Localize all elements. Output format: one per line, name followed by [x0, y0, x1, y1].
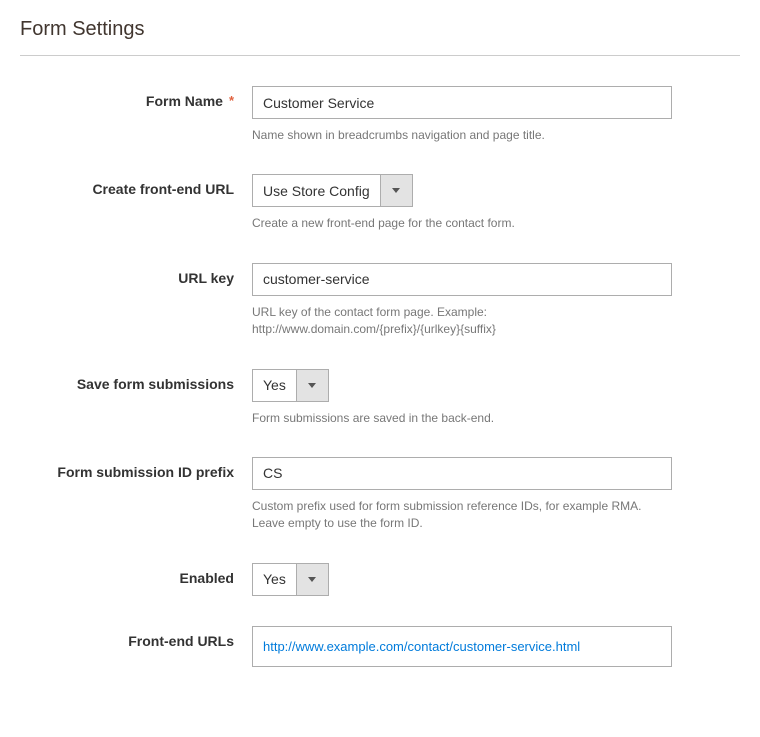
create-url-value: Use Store Config	[253, 175, 380, 206]
field-url-key: URL key URL key of the contact form page…	[20, 263, 740, 339]
save-submissions-label: Save form submissions	[20, 369, 252, 392]
frontend-url-link[interactable]: http://www.example.com/contact/customer-…	[263, 639, 580, 654]
save-submissions-value: Yes	[253, 370, 296, 401]
field-frontend-urls: Front-end URLs http://www.example.com/co…	[20, 626, 740, 667]
frontend-urls-label: Front-end URLs	[20, 626, 252, 649]
field-id-prefix: Form submission ID prefix Custom prefix …	[20, 457, 740, 533]
save-submissions-select[interactable]: Yes	[252, 369, 329, 402]
field-save-submissions: Save form submissions Yes Form submissio…	[20, 369, 740, 427]
dropdown-toggle[interactable]	[380, 175, 412, 206]
id-prefix-label: Form submission ID prefix	[20, 457, 252, 480]
required-star-icon: *	[229, 93, 234, 108]
field-form-name: Form Name * Name shown in breadcrumbs nav…	[20, 86, 740, 144]
form-name-input[interactable]	[252, 86, 672, 119]
url-key-input[interactable]	[252, 263, 672, 296]
chevron-down-icon	[308, 383, 316, 388]
section-title: Form Settings	[20, 18, 740, 56]
dropdown-toggle[interactable]	[296, 564, 328, 595]
id-prefix-input[interactable]	[252, 457, 672, 490]
url-key-hint: URL key of the contact form page. Exampl…	[252, 304, 672, 339]
form-name-label: Form Name *	[20, 86, 252, 109]
enabled-select[interactable]: Yes	[252, 563, 329, 596]
frontend-urls-box: http://www.example.com/contact/customer-…	[252, 626, 672, 667]
chevron-down-icon	[392, 188, 400, 193]
save-submissions-hint: Form submissions are saved in the back-e…	[252, 410, 672, 427]
form-name-hint: Name shown in breadcrumbs navigation and…	[252, 127, 672, 144]
enabled-value: Yes	[253, 564, 296, 595]
enabled-label: Enabled	[20, 563, 252, 586]
dropdown-toggle[interactable]	[296, 370, 328, 401]
field-enabled: Enabled Yes	[20, 563, 740, 596]
chevron-down-icon	[308, 577, 316, 582]
create-url-hint: Create a new front-end page for the cont…	[252, 215, 672, 232]
label-text: Form Name	[146, 93, 223, 109]
create-url-label: Create front-end URL	[20, 174, 252, 197]
id-prefix-hint: Custom prefix used for form submission r…	[252, 498, 672, 533]
create-url-select[interactable]: Use Store Config	[252, 174, 413, 207]
field-create-url: Create front-end URL Use Store Config Cr…	[20, 174, 740, 232]
url-key-label: URL key	[20, 263, 252, 286]
